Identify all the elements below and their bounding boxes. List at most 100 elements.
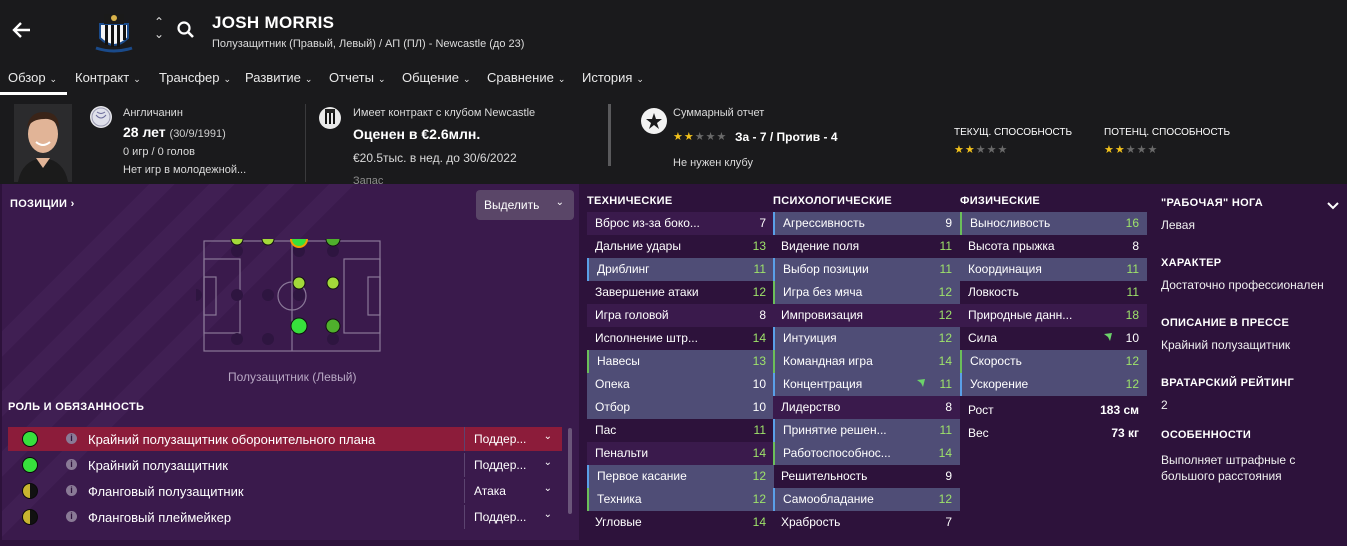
height-value: 183 см — [1100, 403, 1139, 417]
attribute-row[interactable]: Храбрость 7 — [773, 511, 960, 534]
attribute-row[interactable]: Завершение атаки 12 — [587, 281, 774, 304]
attribute-row[interactable]: Принятие решен... 11 — [773, 419, 960, 442]
attribute-name: Навесы — [597, 354, 640, 368]
tab-history[interactable]: История ⌄ — [582, 70, 644, 85]
back-arrow-icon[interactable] — [10, 18, 34, 42]
attribute-row[interactable]: Техника 12 — [587, 488, 774, 511]
duty-select[interactable]: Атака ⌄ — [464, 479, 562, 503]
attribute-row[interactable]: Дальние удары 13 — [587, 235, 774, 258]
duty-select[interactable]: Поддер... ⌄ — [464, 427, 562, 451]
club-crest-small-icon — [319, 107, 341, 129]
weight-label: Вес — [968, 426, 989, 440]
attribute-row[interactable]: Навесы 13 — [587, 350, 774, 373]
info-icon[interactable]: i — [66, 459, 77, 470]
attribute-name: Игра головой — [595, 308, 669, 322]
tab-label: Трансфер — [159, 70, 220, 85]
attribute-name: Завершение атаки — [595, 285, 699, 299]
role-row[interactable]: i Фланговый полузащитник Атака ⌄ — [8, 479, 562, 503]
attribute-row[interactable]: Работоспособнос... 14 — [773, 442, 960, 465]
highlight-select-button[interactable]: Выделить ⌄ — [476, 190, 574, 220]
attribute-row[interactable]: Импровизация 12 — [773, 304, 960, 327]
contract-text: Имеет контракт с клубом Newcastle — [353, 107, 536, 119]
attribute-row[interactable]: Лидерство 8 — [773, 396, 960, 419]
attribute-row[interactable]: Скорость 12 — [960, 350, 1147, 373]
attribute-name: Ловкость — [968, 285, 1019, 299]
attribute-row[interactable]: Пенальти 14 — [587, 442, 774, 465]
role-row[interactable]: i Фланговый плеймейкер Поддер... ⌄ — [8, 505, 562, 529]
player-info-strip: Англичанин 28 лет (30/9/1991) 0 игр / 0 … — [0, 96, 1347, 184]
tab-development[interactable]: Развитие ⌄ — [245, 70, 312, 85]
attribute-value: 7 — [759, 216, 766, 230]
press-value: Крайний полузащитник — [1161, 338, 1291, 352]
role-name: Фланговый плеймейкер — [88, 510, 232, 525]
attribute-row[interactable]: Игра головой 8 — [587, 304, 774, 327]
attribute-value: 11 — [1126, 285, 1139, 299]
attribute-row[interactable]: Опека 10 — [587, 373, 774, 396]
attribute-row[interactable]: Выбор позиции 11 — [773, 258, 960, 281]
player-name: JOSH MORRIS — [212, 13, 335, 32]
attribute-row[interactable]: Угловые 14 — [587, 511, 774, 534]
info-icon[interactable]: i — [66, 511, 77, 522]
role-rating-dot — [22, 509, 38, 525]
attribute-row[interactable]: Ловкость 11 — [960, 281, 1147, 304]
birth-date: (30/9/1991) — [169, 128, 226, 140]
attribute-name: Вброс из-за боко... — [595, 216, 700, 230]
duty-select[interactable]: Поддер... ⌄ — [464, 453, 562, 477]
tab-comparison[interactable]: Сравнение ⌄ — [487, 70, 565, 85]
attribute-name: Техника — [597, 492, 642, 506]
attribute-name: Храбрость — [781, 515, 841, 529]
tab-label: Обзор — [8, 70, 46, 85]
attribute-value: 13 — [752, 239, 766, 253]
attribute-row[interactable]: Ускорение 12 — [960, 373, 1147, 396]
attribute-row[interactable]: Исполнение штр... 14 — [587, 327, 774, 350]
duty-select[interactable]: Поддер... ⌄ — [464, 505, 562, 529]
attribute-row[interactable]: Дриблинг 11 — [587, 258, 774, 281]
tab-communication[interactable]: Общение ⌄ — [402, 70, 471, 85]
tab-overview[interactable]: Обзор ⌄ — [8, 70, 57, 85]
top-bar: ⌃ ⌄ JOSH MORRIS Полузащитник (Правый, Лев… — [0, 0, 1347, 95]
attribute-value: 12 — [938, 492, 952, 506]
attribute-row[interactable]: Самообладание 12 — [773, 488, 960, 511]
info-icon[interactable]: i — [66, 485, 77, 496]
info-icon[interactable]: i — [66, 433, 77, 444]
traits-value: Выполняет штрафные с большого расстояния — [1161, 453, 1296, 483]
attribute-row[interactable]: Природные данн... 18 — [960, 304, 1147, 327]
gk-rating-value: 2 — [1161, 398, 1168, 412]
attribute-row[interactable]: Концентрация 11 — [773, 373, 960, 396]
role-row[interactable]: i Крайний полузащитник Поддер... ⌄ — [8, 453, 562, 477]
attribute-row[interactable]: Видение поля 11 — [773, 235, 960, 258]
attribute-row[interactable]: Высота прыжка 8 — [960, 235, 1147, 258]
attribute-row[interactable]: Игра без мяча 12 — [773, 281, 960, 304]
attribute-row[interactable]: Командная игра 14 — [773, 350, 960, 373]
role-row[interactable]: i Крайний полузащитник оборонительного п… — [8, 427, 562, 451]
roles-scrollbar[interactable] — [568, 428, 572, 514]
positions-title[interactable]: ПОЗИЦИИ › — [10, 198, 75, 210]
tab-contract[interactable]: Контракт ⌄ — [75, 70, 141, 85]
tab-transfer[interactable]: Трансфер ⌄ — [159, 70, 231, 85]
attribute-row[interactable]: Сила 10 — [960, 327, 1147, 350]
attribute-row[interactable]: Первое касание 12 — [587, 465, 774, 488]
attribute-row[interactable]: Пас 11 — [587, 419, 774, 442]
tab-reports[interactable]: Отчеты ⌄ — [329, 70, 385, 85]
youth-games: Нет игр в молодежной... — [123, 164, 247, 176]
attribute-value: 11 — [939, 262, 952, 276]
attribute-row[interactable]: Вброс из-за боко... 7 — [587, 212, 774, 235]
attribute-name: Скорость — [970, 354, 1022, 368]
attribute-row[interactable]: Решительность 9 — [773, 465, 960, 488]
attribute-value: 11 — [939, 377, 952, 391]
attribute-row[interactable]: Выносливость 16 — [960, 212, 1147, 235]
attribute-row[interactable]: Интуиция 12 — [773, 327, 960, 350]
search-icon[interactable] — [176, 20, 196, 40]
chevron-down-icon[interactable] — [1326, 200, 1340, 212]
attribute-value: 12 — [752, 469, 766, 483]
weight-row: Вес 73 кг — [960, 422, 1147, 445]
attribute-name: Выносливость — [970, 216, 1051, 230]
attribute-row[interactable]: Координация 11 — [960, 258, 1147, 281]
attribute-row[interactable]: Отбор 10 — [587, 396, 774, 419]
pa-label: ПОТЕНЦ. СПОСОБНОСТЬ — [1104, 127, 1231, 138]
attribute-row[interactable]: Агрессивность 9 — [773, 212, 960, 235]
scroll-indicator[interactable] — [608, 104, 611, 166]
ca-label: ТЕКУЩ. СПОСОБНОСТЬ — [954, 127, 1073, 138]
nationality: Англичанин — [123, 107, 183, 119]
prev-next-arrows-icon[interactable]: ⌃ ⌄ — [152, 16, 166, 46]
